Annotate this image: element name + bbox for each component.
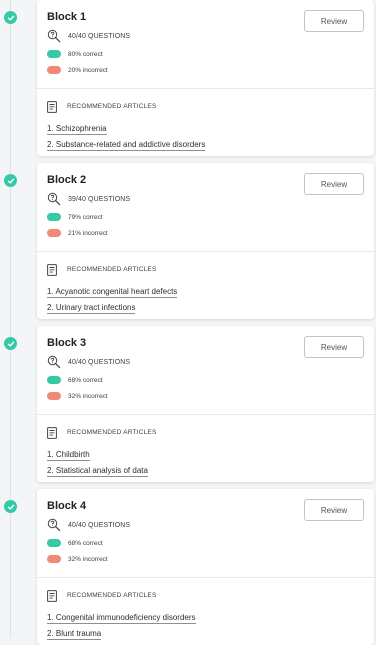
article-item: 1. Congenital immunodeficiency disorders	[47, 607, 364, 624]
check-icon	[4, 174, 17, 187]
recommended-articles: RECOMMENDED ARTICLES 1. Congenital immun…	[37, 578, 374, 645]
correct-stat: 80% correct	[47, 49, 364, 59]
document-icon	[47, 589, 57, 602]
questions-count: 40/40 QUESTIONS	[68, 521, 131, 529]
document-icon	[47, 100, 57, 113]
article-item: 1. Schizophrenia	[47, 118, 364, 135]
incorrect-text: 21% incorrect	[68, 229, 108, 237]
incorrect-text: 32% incorrect	[68, 555, 108, 563]
correct-text: 68% correct	[68, 539, 103, 547]
recommended-articles: RECOMMENDED ARTICLES 1. Schizophrenia 2.…	[37, 89, 374, 156]
recommended-header: RECOMMENDED ARTICLES	[47, 426, 364, 439]
correct-stat: 68% correct	[47, 375, 364, 385]
article-item: 2. Blunt trauma	[47, 623, 364, 640]
block-card: Block 2 Review 39/40 QUESTIONS 79% corre…	[37, 163, 374, 319]
block-summary: Block 1 Review 40/40 QUESTIONS 80% corre…	[37, 0, 374, 88]
recommended-label: RECOMMENDED ARTICLES	[67, 102, 157, 110]
document-icon	[47, 263, 57, 276]
recommended-label: RECOMMENDED ARTICLES	[67, 591, 157, 599]
incorrect-pill	[47, 229, 61, 237]
questions-count: 40/40 QUESTIONS	[68, 32, 131, 40]
block-card: Block 3 Review 40/40 QUESTIONS 68% corre…	[37, 326, 374, 482]
correct-pill	[47, 50, 61, 58]
correct-stat: 68% correct	[47, 538, 364, 548]
correct-text: 80% correct	[68, 50, 103, 58]
correct-text: 68% correct	[68, 376, 103, 384]
review-button[interactable]: Review	[304, 173, 364, 195]
questions-count: 39/40 QUESTIONS	[68, 195, 131, 203]
correct-pill	[47, 213, 61, 221]
article-link[interactable]: 2. Substance-related and addictive disor…	[47, 140, 206, 151]
incorrect-pill	[47, 392, 61, 400]
review-button[interactable]: Review	[304, 336, 364, 358]
article-link[interactable]: 2. Blunt trauma	[47, 629, 102, 640]
document-icon	[47, 426, 57, 439]
question-search-icon	[47, 192, 61, 206]
correct-pill	[47, 539, 61, 547]
question-search-icon	[47, 29, 61, 43]
correct-pill	[47, 376, 61, 384]
article-item: 1. Acyanotic congenital heart defects	[47, 281, 364, 298]
article-item: 1. Childbirth	[47, 444, 364, 461]
recommended-header: RECOMMENDED ARTICLES	[47, 589, 364, 602]
questions-count: 40/40 QUESTIONS	[68, 358, 131, 366]
incorrect-stat: 32% incorrect	[47, 391, 364, 401]
incorrect-pill	[47, 555, 61, 563]
article-item: 2. Urinary tract infections	[47, 297, 364, 314]
article-link[interactable]: 2. Statistical analysis of data	[47, 466, 148, 477]
article-item: 2. Statistical analysis of data	[47, 460, 364, 477]
block-summary: Block 4 Review 40/40 QUESTIONS 68% corre…	[37, 489, 374, 577]
incorrect-stat: 20% incorrect	[47, 65, 364, 75]
timeline-line	[10, 0, 11, 638]
correct-text: 79% correct	[68, 213, 103, 221]
incorrect-stat: 21% incorrect	[47, 228, 364, 238]
recommended-label: RECOMMENDED ARTICLES	[67, 428, 157, 436]
correct-stat: 79% correct	[47, 212, 364, 222]
recommended-articles: RECOMMENDED ARTICLES 1. Childbirth 2. St…	[37, 415, 374, 482]
block-summary: Block 2 Review 39/40 QUESTIONS 79% corre…	[37, 163, 374, 251]
block-card: Block 4 Review 40/40 QUESTIONS 68% corre…	[37, 489, 374, 645]
check-icon	[4, 337, 17, 350]
question-search-icon	[47, 518, 61, 532]
recommended-articles: RECOMMENDED ARTICLES 1. Acyanotic congen…	[37, 252, 374, 319]
incorrect-stat: 32% incorrect	[47, 554, 364, 564]
block-summary: Block 3 Review 40/40 QUESTIONS 68% corre…	[37, 326, 374, 414]
check-icon	[4, 11, 17, 24]
recommended-label: RECOMMENDED ARTICLES	[67, 265, 157, 273]
block-card: Block 1 Review 40/40 QUESTIONS 80% corre…	[37, 0, 374, 156]
question-search-icon	[47, 355, 61, 369]
recommended-header: RECOMMENDED ARTICLES	[47, 100, 364, 113]
article-link[interactable]: 2. Urinary tract infections	[47, 303, 136, 314]
incorrect-text: 32% incorrect	[68, 392, 108, 400]
review-button[interactable]: Review	[304, 499, 364, 521]
review-button[interactable]: Review	[304, 10, 364, 32]
recommended-header: RECOMMENDED ARTICLES	[47, 263, 364, 276]
article-item: 2. Substance-related and addictive disor…	[47, 134, 364, 151]
incorrect-text: 20% incorrect	[68, 66, 108, 74]
check-icon	[4, 500, 17, 513]
incorrect-pill	[47, 66, 61, 74]
